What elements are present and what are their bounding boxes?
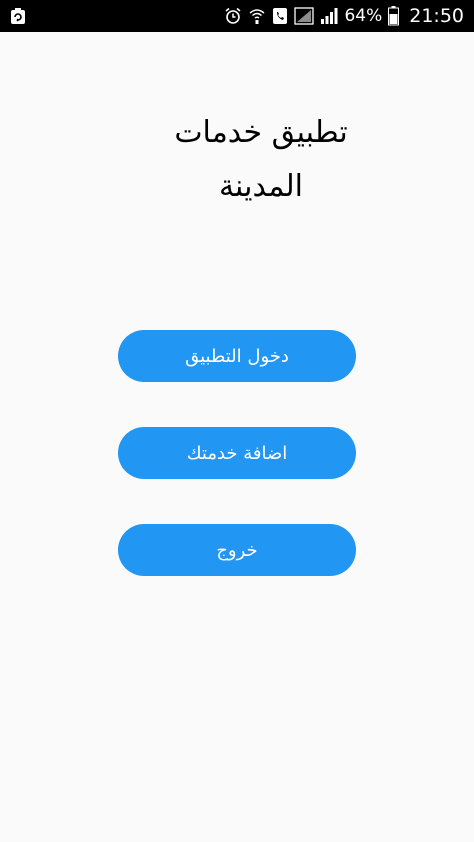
page-title-container: تطبيق خدمات المدينة [0, 106, 474, 214]
notification-app-icon [10, 7, 26, 25]
exit-button[interactable]: خروج [118, 524, 356, 576]
add-service-button-label: اضافة خدمتك [186, 442, 288, 464]
signal-icon [320, 7, 338, 25]
wifi-call-icon [248, 7, 266, 25]
status-right: 64% 21:50 [224, 0, 464, 32]
enter-app-button-label: دخول التطبيق [185, 345, 289, 367]
exit-button-label: خروج [216, 539, 258, 561]
battery-icon [388, 6, 400, 26]
enter-app-button[interactable]: دخول التطبيق [118, 330, 356, 382]
page-title: تطبيق خدمات المدينة [174, 115, 348, 204]
phone-icon [272, 7, 288, 25]
status-left [10, 7, 26, 25]
add-service-button[interactable]: اضافة خدمتك [118, 427, 356, 479]
alarm-icon [224, 7, 242, 25]
status-bar: 64% 21:50 [0, 0, 474, 32]
no-signal-icon [294, 7, 315, 25]
clock: 21:50 [409, 5, 464, 27]
battery-percent: 64% [344, 6, 383, 26]
main-screen: تطبيق خدمات المدينة دخول التطبيق اضافة خ… [0, 32, 474, 842]
